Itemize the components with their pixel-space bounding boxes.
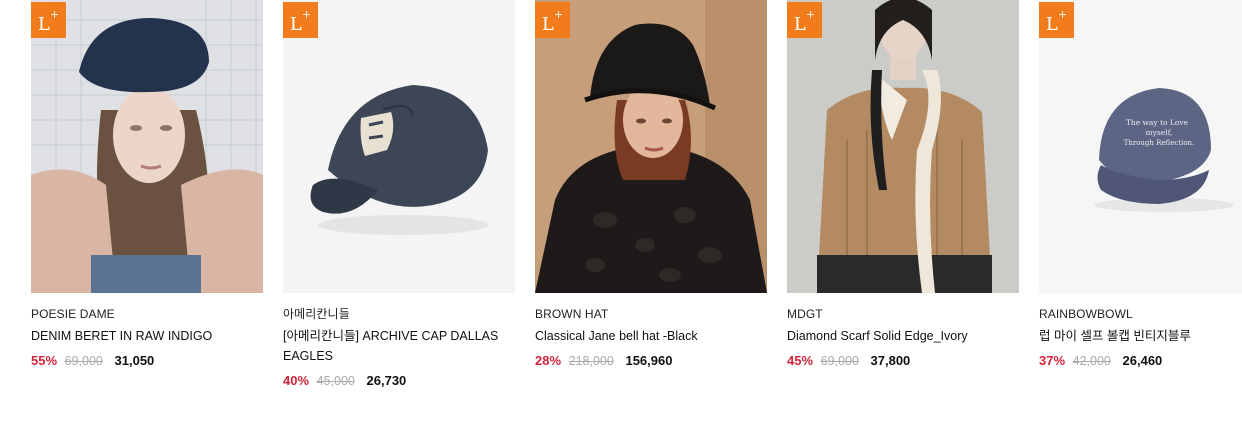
cap-embroidery-line-2: myself, bbox=[1146, 128, 1173, 137]
sale-price: 156,960 bbox=[625, 353, 673, 368]
product-brand[interactable]: 아메리칸니들 bbox=[283, 306, 515, 322]
product-brand[interactable]: POESIE DAME bbox=[31, 306, 263, 322]
product-brand[interactable]: MDGT bbox=[787, 306, 1019, 322]
product-name[interactable]: Diamond Scarf Solid Edge_Ivory bbox=[787, 326, 1015, 346]
product-brand[interactable]: RAINBOWBOWL bbox=[1039, 306, 1242, 322]
product-name[interactable]: [아메리칸니들] ARCHIVE CAP DALLAS EAGLES bbox=[283, 326, 511, 366]
lplus-badge: L+ bbox=[283, 2, 318, 38]
product-card-4[interactable]: L+ MDGT Diamond Scarf Solid Edge_Ivory 4… bbox=[787, 0, 1019, 370]
cap-embroidery-line-3: Through Reflection. bbox=[1124, 139, 1195, 147]
product-price: 37% 42,000 26,460 bbox=[1039, 352, 1242, 370]
original-price: 45,000 bbox=[316, 374, 355, 388]
original-price: 42,000 bbox=[1072, 354, 1111, 368]
sale-price: 26,730 bbox=[366, 373, 407, 388]
lplus-badge: L+ bbox=[1039, 2, 1074, 38]
sale-price: 26,460 bbox=[1122, 353, 1163, 368]
sale-price: 31,050 bbox=[114, 353, 155, 368]
product-card-1[interactable]: L+ POESIE DAME DENIM BERET IN RAW INDIGO… bbox=[31, 0, 263, 370]
product-image-5[interactable]: The way to Love myself, Through Reflecti… bbox=[1039, 0, 1242, 293]
product-card-2[interactable]: L+ 아메리칸니들 [아메리칸니들] ARCHIVE CAP DALLAS EA… bbox=[283, 0, 515, 390]
discount-rate: 37% bbox=[1039, 353, 1066, 368]
product-image-2[interactable]: L+ bbox=[283, 0, 515, 293]
product-price: 40% 45,000 26,730 bbox=[283, 372, 515, 390]
original-price: 218,000 bbox=[568, 354, 614, 368]
product-image-1[interactable]: L+ bbox=[31, 0, 263, 293]
sale-price: 37,800 bbox=[870, 353, 911, 368]
product-price: 55% 69,000 31,050 bbox=[31, 352, 263, 370]
archive-cap-photo bbox=[283, 0, 515, 293]
discount-rate: 40% bbox=[283, 373, 310, 388]
product-name[interactable]: 럽 마이 셀프 볼캡 빈티지블루 bbox=[1039, 326, 1242, 346]
product-card-5[interactable]: The way to Love myself, Through Reflecti… bbox=[1039, 0, 1242, 370]
discount-rate: 28% bbox=[535, 353, 562, 368]
original-price: 69,000 bbox=[64, 354, 103, 368]
product-name[interactable]: DENIM BERET IN RAW INDIGO bbox=[31, 326, 259, 346]
cap-embroidery-line-1: The way to Love bbox=[1126, 118, 1189, 127]
lplus-badge: L+ bbox=[787, 2, 822, 38]
original-price: 69,000 bbox=[820, 354, 859, 368]
discount-rate: 45% bbox=[787, 353, 814, 368]
vintage-blue-cap-photo: The way to Love myself, Through Reflecti… bbox=[1039, 0, 1242, 293]
product-brand[interactable]: BROWN HAT bbox=[535, 306, 767, 322]
lplus-badge: L+ bbox=[31, 2, 66, 38]
bell-hat-model-photo bbox=[535, 0, 767, 293]
scarf-knit-model-photo bbox=[787, 0, 1019, 293]
discount-rate: 55% bbox=[31, 353, 58, 368]
denim-beret-model-photo bbox=[31, 0, 263, 293]
product-image-4[interactable]: L+ bbox=[787, 0, 1019, 293]
product-price: 45% 69,000 37,800 bbox=[787, 352, 1019, 370]
product-name[interactable]: Classical Jane bell hat -Black bbox=[535, 326, 763, 346]
product-card-3[interactable]: L+ BROWN HAT Classical Jane bell hat -Bl… bbox=[535, 0, 767, 370]
product-price: 28% 218,000 156,960 bbox=[535, 352, 767, 370]
product-image-3[interactable]: L+ bbox=[535, 0, 767, 293]
lplus-badge: L+ bbox=[535, 2, 570, 38]
